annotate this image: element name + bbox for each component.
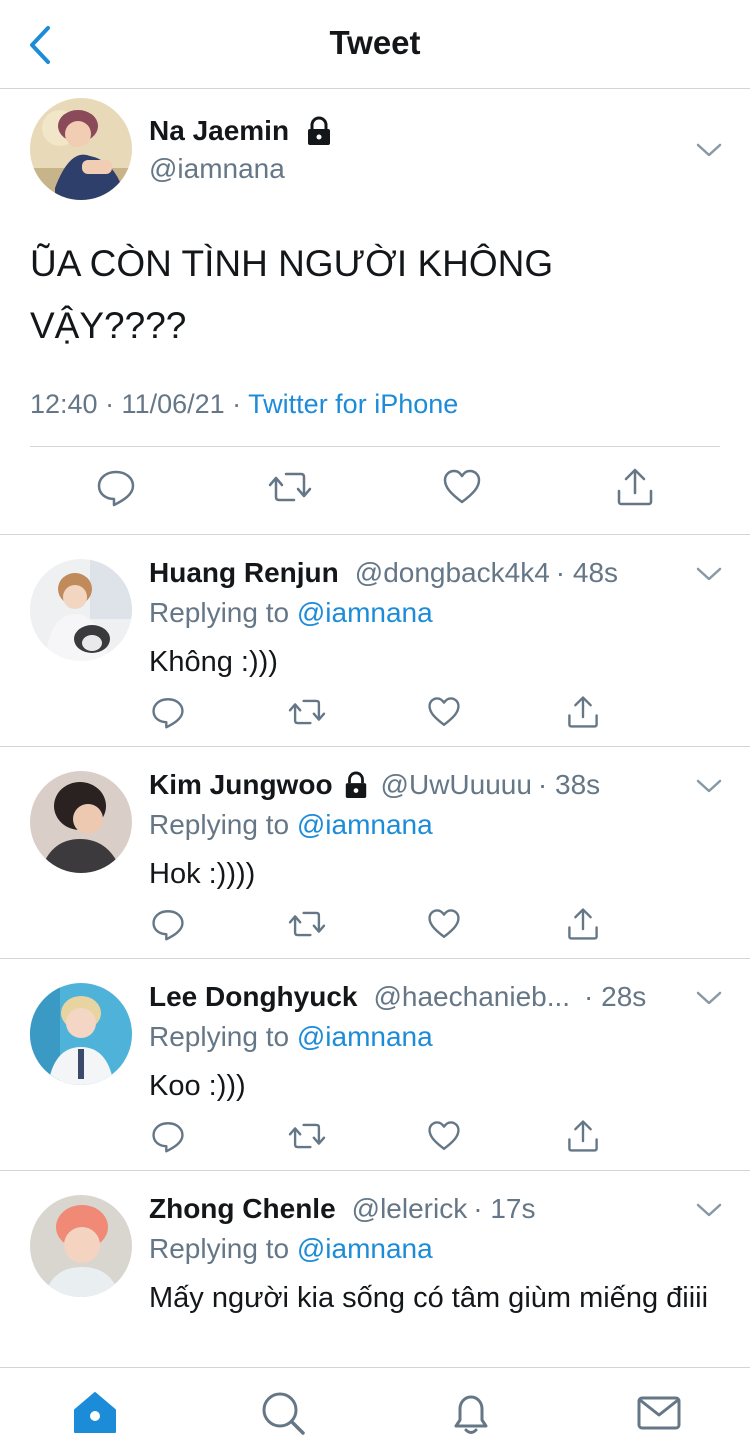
chevron-down-icon[interactable] bbox=[695, 141, 723, 159]
author-handle[interactable]: @dongback4k4 bbox=[355, 557, 550, 589]
page-title: Tweet bbox=[329, 24, 421, 61]
author-name[interactable]: Zhong Chenle bbox=[149, 1193, 336, 1225]
like-icon[interactable] bbox=[427, 907, 461, 941]
retweet-icon[interactable] bbox=[288, 695, 326, 729]
home-icon[interactable] bbox=[72, 1390, 118, 1436]
author-handle[interactable]: @haechanieb... bbox=[373, 981, 570, 1013]
author-handle[interactable]: @UwUuuuu bbox=[381, 769, 532, 801]
tweet-actions bbox=[0, 907, 750, 943]
replying-to: Replying to @iamnana bbox=[149, 809, 433, 840]
lock-icon bbox=[343, 771, 369, 799]
replying-to: Replying to @iamnana bbox=[149, 1233, 433, 1264]
share-icon[interactable] bbox=[566, 1119, 600, 1153]
chevron-down-icon[interactable] bbox=[695, 565, 723, 583]
tweet-actions bbox=[0, 467, 750, 513]
tweet-timestamp: · 38s bbox=[537, 769, 601, 800]
author-name[interactable]: Lee Donghyuck bbox=[149, 981, 357, 1013]
tweet-timestamp: · 17s bbox=[473, 1193, 536, 1224]
tweet-timestamp: · 28s bbox=[584, 981, 647, 1012]
list-item[interactable]: Lee Donghyuck @haechanieb... · 28s Reply… bbox=[0, 959, 750, 1171]
share-icon[interactable] bbox=[566, 695, 600, 729]
reply-text: Koo :))) bbox=[149, 1070, 246, 1102]
chevron-down-icon[interactable] bbox=[695, 989, 723, 1007]
retweet-icon[interactable] bbox=[288, 1119, 326, 1153]
reply-text: Mấy người kia sống có tâm giùm miếng đii… bbox=[149, 1282, 709, 1314]
author-handle[interactable]: @lelerick bbox=[352, 1193, 468, 1225]
like-icon[interactable] bbox=[427, 695, 461, 729]
main-tweet: Na Jaemin @iamnana ŨA CÒN TÌNH NGƯỜI KHÔ… bbox=[0, 89, 750, 535]
lock-icon bbox=[305, 116, 333, 146]
reply-icon[interactable] bbox=[96, 467, 136, 507]
retweet-icon[interactable] bbox=[288, 907, 326, 941]
messages-icon[interactable] bbox=[636, 1390, 682, 1436]
tweet-text: ŨA CÒN TÌNH NGƯỜI KHÔNG VẬY???? bbox=[30, 243, 554, 346]
like-icon[interactable] bbox=[427, 1119, 461, 1153]
author-name[interactable]: Na Jaemin bbox=[149, 115, 289, 147]
bottom-tab-bar bbox=[0, 1367, 750, 1447]
tweet-source[interactable]: Twitter for iPhone bbox=[248, 389, 458, 419]
reply-icon[interactable] bbox=[151, 1119, 185, 1153]
replying-to: Replying to @iamnana bbox=[149, 1021, 433, 1052]
author-name[interactable]: Kim Jungwoo bbox=[149, 769, 333, 801]
notifications-icon[interactable] bbox=[448, 1390, 494, 1436]
reply-text: Không :))) bbox=[149, 646, 278, 678]
author-handle[interactable]: @iamnana bbox=[149, 153, 285, 185]
tweet-meta: 12:40 · 11/06/21 · Twitter for iPhone bbox=[30, 389, 458, 420]
search-icon[interactable] bbox=[260, 1390, 306, 1436]
author-name[interactable]: Huang Renjun bbox=[149, 557, 339, 589]
chevron-down-icon[interactable] bbox=[695, 1201, 723, 1219]
tweet-actions bbox=[0, 695, 750, 731]
chevron-down-icon[interactable] bbox=[695, 777, 723, 795]
reply-icon[interactable] bbox=[151, 695, 185, 729]
avatar[interactable] bbox=[30, 771, 132, 873]
tweet-actions bbox=[0, 1119, 750, 1155]
avatar[interactable] bbox=[30, 1195, 132, 1297]
share-icon[interactable] bbox=[566, 907, 600, 941]
replying-to: Replying to @iamnana bbox=[149, 597, 433, 628]
retweet-icon[interactable] bbox=[268, 467, 312, 507]
mention-link[interactable]: @iamnana bbox=[297, 597, 433, 628]
share-icon[interactable] bbox=[615, 467, 655, 507]
reply-icon[interactable] bbox=[151, 907, 185, 941]
like-icon[interactable] bbox=[442, 467, 482, 507]
list-item[interactable]: Huang Renjun @dongback4k4 · 48s Replying… bbox=[0, 535, 750, 747]
mention-link[interactable]: @iamnana bbox=[297, 809, 433, 840]
mention-link[interactable]: @iamnana bbox=[297, 1021, 433, 1052]
avatar[interactable] bbox=[30, 983, 132, 1085]
top-nav-bar: Tweet bbox=[0, 0, 750, 89]
avatar[interactable] bbox=[30, 98, 132, 200]
avatar[interactable] bbox=[30, 559, 132, 661]
list-item[interactable]: Zhong Chenle @lelerick · 17s Replying to… bbox=[0, 1171, 750, 1367]
reply-text: Hok :)))) bbox=[149, 858, 256, 890]
list-item[interactable]: Kim Jungwoo @UwUuuuu · 38s Replying to @… bbox=[0, 747, 750, 959]
tweet-timestamp: · 48s bbox=[555, 557, 619, 588]
divider bbox=[30, 446, 720, 447]
mention-link[interactable]: @iamnana bbox=[297, 1233, 433, 1264]
tweet-timestamp: 12:40 · 11/06/21 · bbox=[30, 389, 249, 419]
